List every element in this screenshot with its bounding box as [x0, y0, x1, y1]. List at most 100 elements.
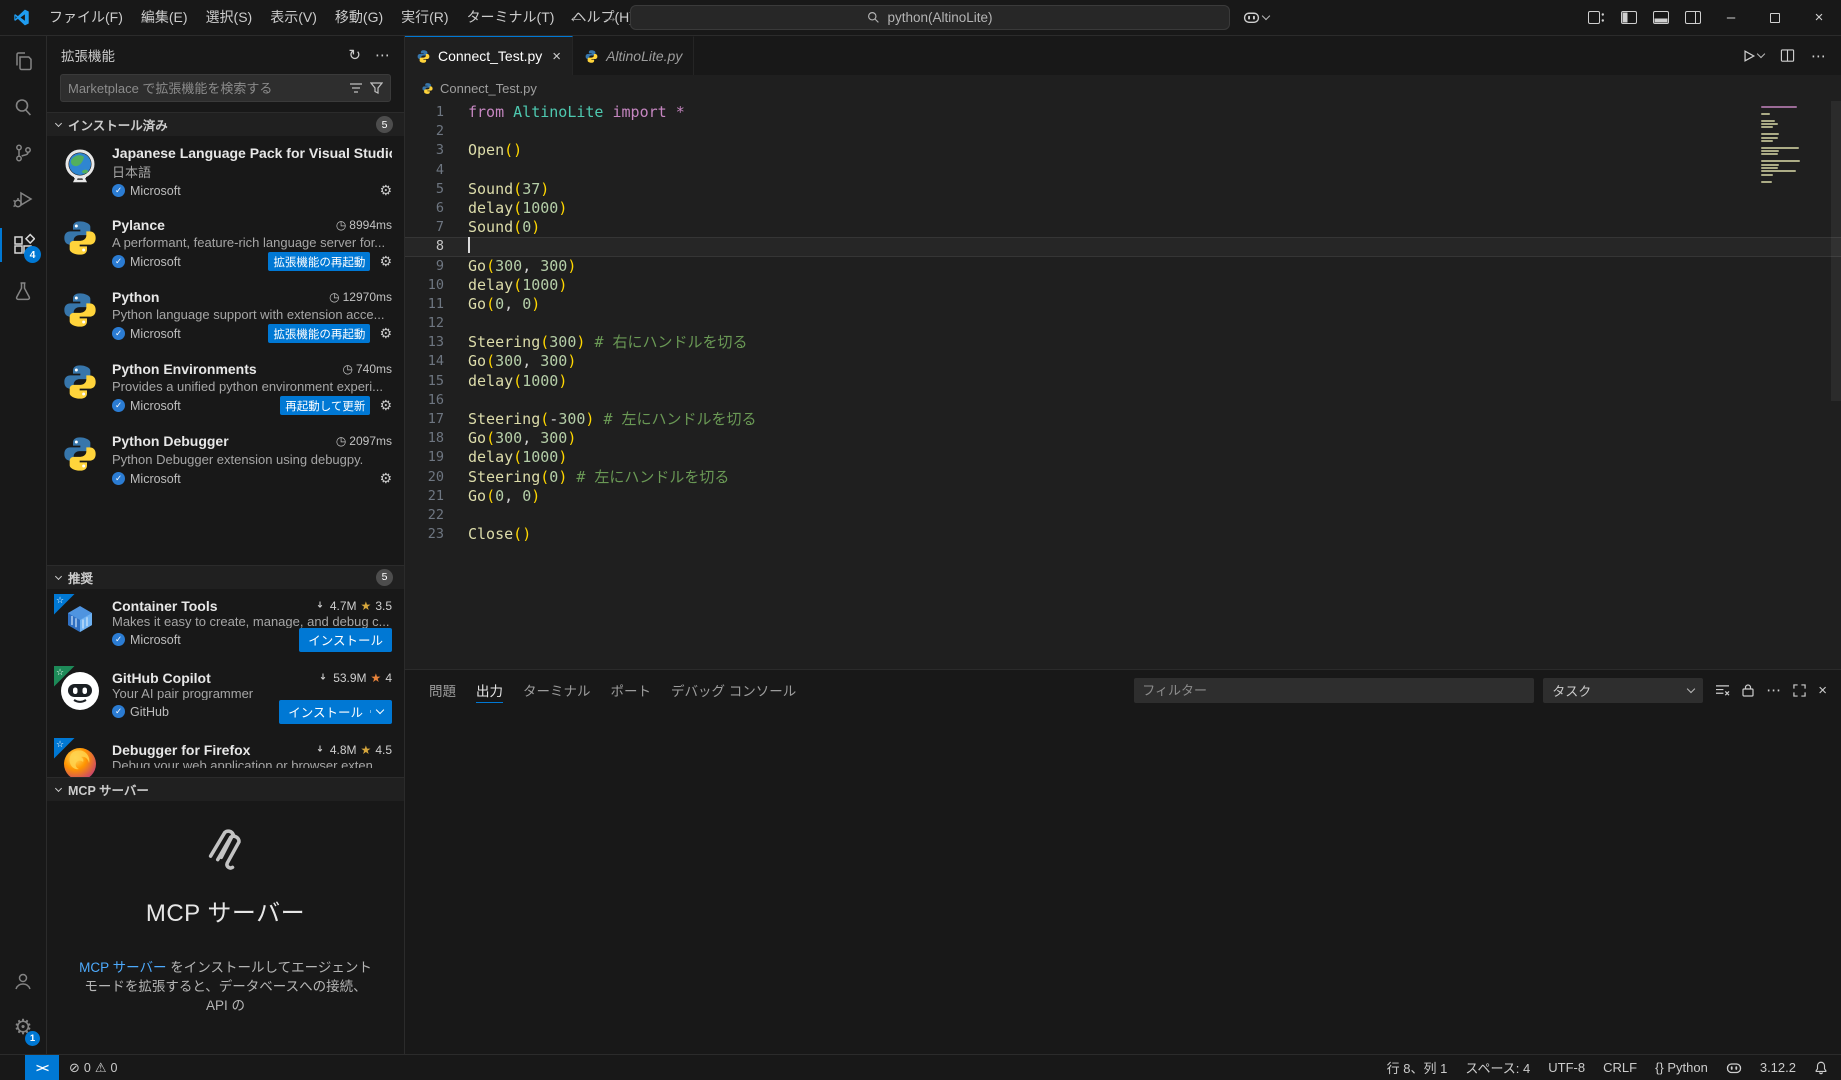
breadcrumb[interactable]: Connect_Test.py [405, 75, 1841, 101]
extension-item-japanese-pack[interactable]: Japanese Language Pack for Visual Studio… [47, 136, 404, 208]
extension-item-python[interactable]: Python ◷12970ms Python language support … [47, 280, 404, 352]
code-line[interactable]: 5Sound(37) [405, 180, 1841, 199]
code-line[interactable]: 9Go(300, 300) [405, 257, 1841, 276]
extension-item-python-debugger[interactable]: Python Debugger ◷2097ms Python Debugger … [47, 424, 404, 496]
extensions-icon[interactable]: 4 [0, 222, 46, 268]
extension-item-container-tools[interactable]: ☆ Container Tools 4.7M ★ 3.5 Makes it ea… [47, 589, 404, 661]
close-panel-icon[interactable]: × [1818, 682, 1827, 699]
tab-connect-test[interactable]: Connect_Test.py × [405, 36, 573, 75]
filter-funnel-icon[interactable] [370, 82, 383, 94]
eol-sequence[interactable]: CRLF [1603, 1060, 1637, 1075]
testing-icon[interactable] [0, 268, 46, 314]
menu-selection[interactable]: 選択(S) [197, 0, 262, 35]
more-actions-icon[interactable]: ⋯ [375, 46, 390, 64]
editor-scrollbar[interactable] [1831, 101, 1841, 401]
more-actions-icon[interactable]: ⋯ [1811, 47, 1826, 65]
notifications-bell-icon[interactable] [1814, 1060, 1828, 1075]
code-line[interactable]: 21Go(0, 0) [405, 487, 1841, 506]
run-python-file-button[interactable] [1742, 49, 1764, 63]
settings-gear-icon[interactable]: ⚙ 1 [0, 1004, 46, 1050]
code-line[interactable]: 2 [405, 122, 1841, 141]
more-actions-icon[interactable]: ⋯ [1766, 681, 1781, 699]
problems-status[interactable]: ⊘ 0 ⚠ 0 [59, 1060, 127, 1076]
code-line[interactable]: 13Steering(300) # 右にハンドルを切る [405, 333, 1841, 352]
code-line[interactable]: 23Close() [405, 525, 1841, 544]
code-line[interactable]: 15delay(1000) [405, 372, 1841, 391]
output-content[interactable] [405, 710, 1841, 1054]
output-filter-input[interactable] [1142, 683, 1526, 698]
tab-problems[interactable]: 問題 [419, 670, 466, 710]
code-line[interactable]: 14Go(300, 300) [405, 352, 1841, 371]
toggle-secondary-sidebar-icon[interactable] [1677, 0, 1709, 35]
filter-list-icon[interactable] [349, 82, 363, 94]
command-center[interactable]: python(AltinoLite) [630, 5, 1230, 30]
explorer-icon[interactable] [0, 38, 46, 84]
cursor-position[interactable]: 行 8、列 1 [1387, 1058, 1448, 1077]
window-minimize-button[interactable]: – [1709, 0, 1753, 35]
clear-output-icon[interactable] [1715, 684, 1730, 697]
toggle-panel-icon[interactable] [1645, 0, 1677, 35]
code-line[interactable]: 17Steering(-300) # 左にハンドルを切る [405, 410, 1841, 429]
code-line[interactable]: 8 [405, 237, 1841, 256]
python-version[interactable]: 3.12.2 [1760, 1060, 1796, 1075]
extensions-search-input[interactable] [68, 81, 342, 96]
nav-forward-icon[interactable]: → [602, 9, 618, 27]
menu-file[interactable]: ファイル(F) [40, 0, 132, 35]
code-line[interactable]: 16 [405, 391, 1841, 410]
extension-item-pylance[interactable]: Pylance ◷8994ms A performant, feature-ri… [47, 208, 404, 280]
restart-extensions-badge[interactable]: 拡張機能の再起動 [268, 252, 370, 271]
language-mode[interactable]: {} Python [1655, 1060, 1708, 1075]
code-editor[interactable]: 1from AltinoLite import *23Open()45Sound… [405, 101, 1841, 669]
indentation[interactable]: スペース: 4 [1465, 1058, 1530, 1077]
tab-ports[interactable]: ポート [601, 670, 662, 710]
section-recommended[interactable]: 推奨 5 [47, 565, 404, 589]
copilot-menu[interactable] [1243, 0, 1269, 35]
mcp-servers-link[interactable]: MCP サーバー [79, 960, 166, 975]
minimap[interactable] [1761, 106, 1825, 184]
search-icon[interactable] [0, 84, 46, 130]
extension-gear-icon[interactable]: ⚙ [379, 325, 392, 342]
code-line[interactable]: 22 [405, 506, 1841, 525]
code-line[interactable]: 11Go(0, 0) [405, 295, 1841, 314]
customize-layout-icon[interactable] [1580, 0, 1613, 35]
maximize-panel-icon[interactable] [1793, 684, 1806, 697]
extension-gear-icon[interactable]: ⚙ [379, 470, 392, 487]
copilot-status-icon[interactable] [1726, 1060, 1742, 1076]
encoding[interactable]: UTF-8 [1548, 1060, 1585, 1075]
section-mcp-servers[interactable]: MCP サーバー [47, 777, 404, 801]
section-installed[interactable]: インストール済み 5 [47, 112, 404, 136]
code-line[interactable]: 10delay(1000) [405, 276, 1841, 295]
code-line[interactable]: 18Go(300, 300) [405, 429, 1841, 448]
code-line[interactable]: 20Steering(0) # 左にハンドルを切る [405, 468, 1841, 487]
code-line[interactable]: 12 [405, 314, 1841, 333]
accounts-icon[interactable] [0, 958, 46, 1004]
tab-debug-console[interactable]: デバッグ コンソール [661, 670, 806, 710]
tab-altinolite[interactable]: AltinoLite.py [573, 36, 694, 75]
menu-run[interactable]: 実行(R) [392, 0, 457, 35]
install-button[interactable]: インストール [299, 628, 392, 652]
run-debug-icon[interactable] [0, 176, 46, 222]
extension-item-debugger-firefox[interactable]: ☆ Debugger for Firefox 4.8M ★ 4.5 Debug … [47, 733, 404, 777]
extension-item-python-environments[interactable]: Python Environments ◷740ms Provides a un… [47, 352, 404, 424]
code-line[interactable]: 6delay(1000) [405, 199, 1841, 218]
menu-go[interactable]: 移動(G) [326, 0, 392, 35]
code-line[interactable]: 4 [405, 161, 1841, 180]
output-channel-dropdown[interactable]: タスク [1543, 678, 1703, 703]
window-close-button[interactable]: × [1797, 0, 1841, 35]
restart-extensions-badge[interactable]: 拡張機能の再起動 [268, 324, 370, 343]
refresh-icon[interactable]: ↻ [348, 46, 361, 64]
extension-gear-icon[interactable]: ⚙ [379, 182, 392, 199]
close-tab-icon[interactable]: × [552, 48, 561, 65]
nav-back-icon[interactable]: ← [568, 9, 584, 27]
install-split-button[interactable]: インストール [279, 700, 392, 724]
code-line[interactable]: 7Sound(0) [405, 218, 1841, 237]
source-control-icon[interactable] [0, 130, 46, 176]
tab-output[interactable]: 出力 [466, 670, 513, 710]
extension-item-github-copilot[interactable]: ☆ GitHub Copilot 53.9M ★ 4 Your AI pair … [47, 661, 404, 733]
lock-icon[interactable] [1742, 683, 1754, 697]
remote-indicator[interactable]: >< [25, 1055, 59, 1080]
toggle-primary-sidebar-icon[interactable] [1613, 0, 1645, 35]
menu-terminal[interactable]: ターミナル(T) [458, 0, 564, 35]
window-restore-button[interactable] [1753, 0, 1797, 35]
restart-update-badge[interactable]: 再起動して更新 [280, 396, 370, 415]
